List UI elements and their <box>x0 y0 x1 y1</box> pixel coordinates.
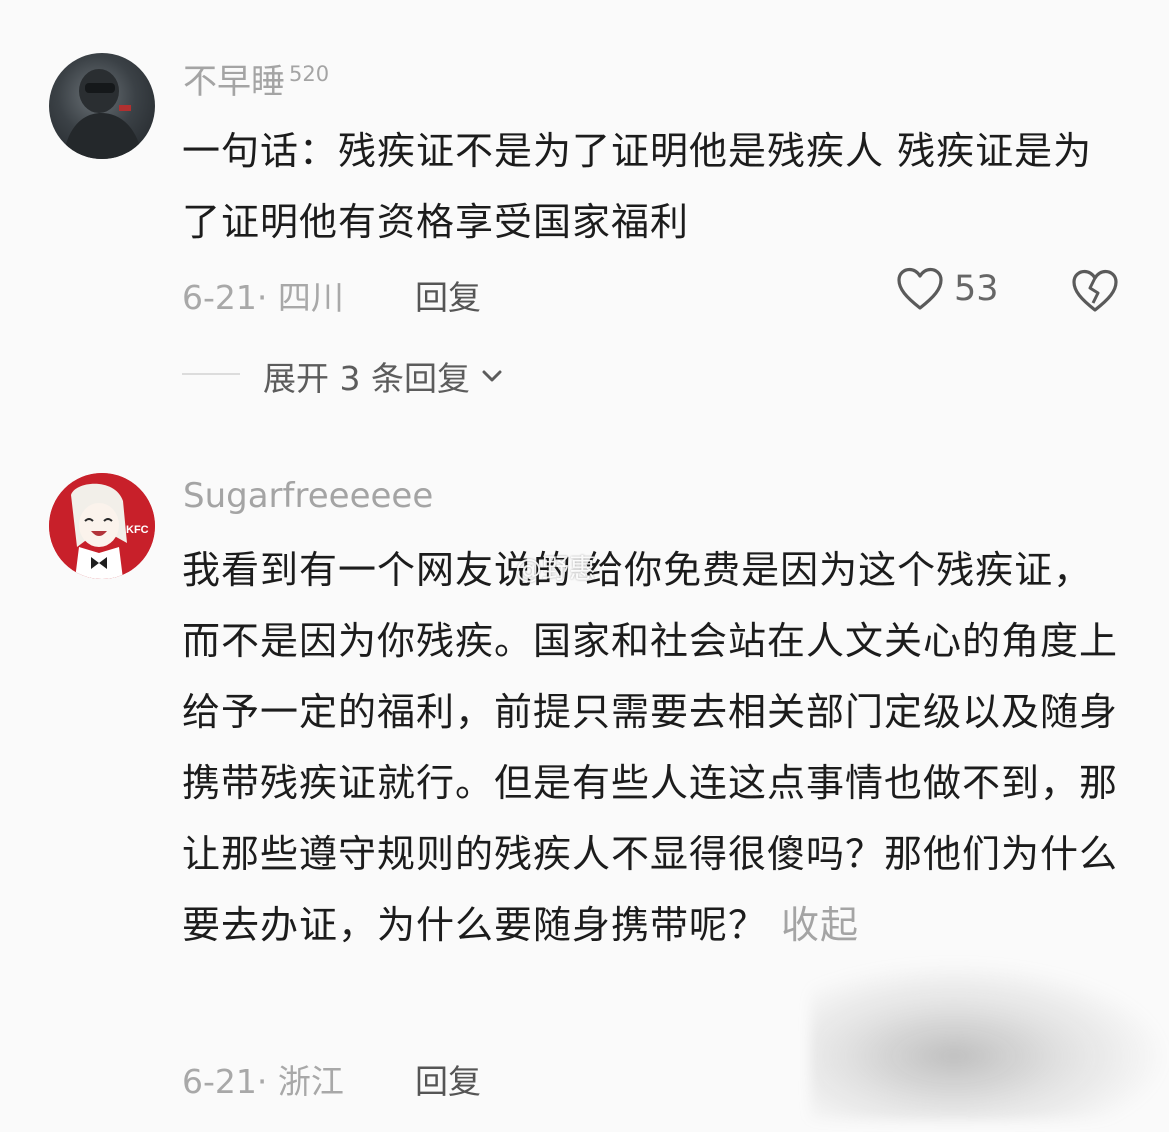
avatar[interactable] <box>49 53 155 159</box>
comment-text: 一句话：残疾证不是为了证明他是残疾人 残疾证是为了证明他有资格享受国家福利 <box>182 129 1093 244</box>
user-level-badge: 520 <box>289 61 330 86</box>
expand-replies-label: 展开 3 条回复 <box>263 359 470 398</box>
weibo-watermark: @野惠 <box>515 554 596 585</box>
username-text: 不早睡 <box>183 62 285 102</box>
kfc-avatar-image: KFC <box>49 473 155 579</box>
reply-button[interactable]: 回复 <box>415 1055 481 1103</box>
comment-username[interactable]: 不早睡 520 <box>183 54 329 103</box>
image-smudge <box>810 960 1169 1120</box>
comment-text: 我看到有一个网友说的 给你免费是因为这个残疾证，而不是因为你残疾。国家和社会站在… <box>182 535 1127 961</box>
like-button[interactable]: 53 <box>896 267 999 311</box>
broken-heart-icon <box>1072 269 1118 312</box>
reply-button[interactable]: 回复 <box>415 271 481 319</box>
expand-divider <box>182 373 240 375</box>
comment-username[interactable]: Sugarfreeeeee <box>183 476 433 516</box>
like-count: 53 <box>954 269 999 309</box>
comment-body: 我看到有一个网友说的 给你免费是因为这个残疾证，而不是因为你残疾。国家和社会站在… <box>182 548 1119 947</box>
comment-date-location: 6-21· 浙江 <box>182 1062 344 1101</box>
soldier-avatar-image <box>63 69 143 159</box>
kfc-badge: KFC <box>126 524 149 536</box>
collapse-button[interactable]: 收起 <box>781 903 859 947</box>
comment-date-location: 6-21· 四川 <box>182 278 344 317</box>
heart-outline-icon <box>897 267 943 310</box>
dislike-button[interactable] <box>1071 268 1119 318</box>
avatar[interactable]: KFC <box>49 473 155 579</box>
expand-replies-button[interactable]: 展开 3 条回复 <box>263 352 504 400</box>
chevron-down-icon <box>482 370 502 382</box>
